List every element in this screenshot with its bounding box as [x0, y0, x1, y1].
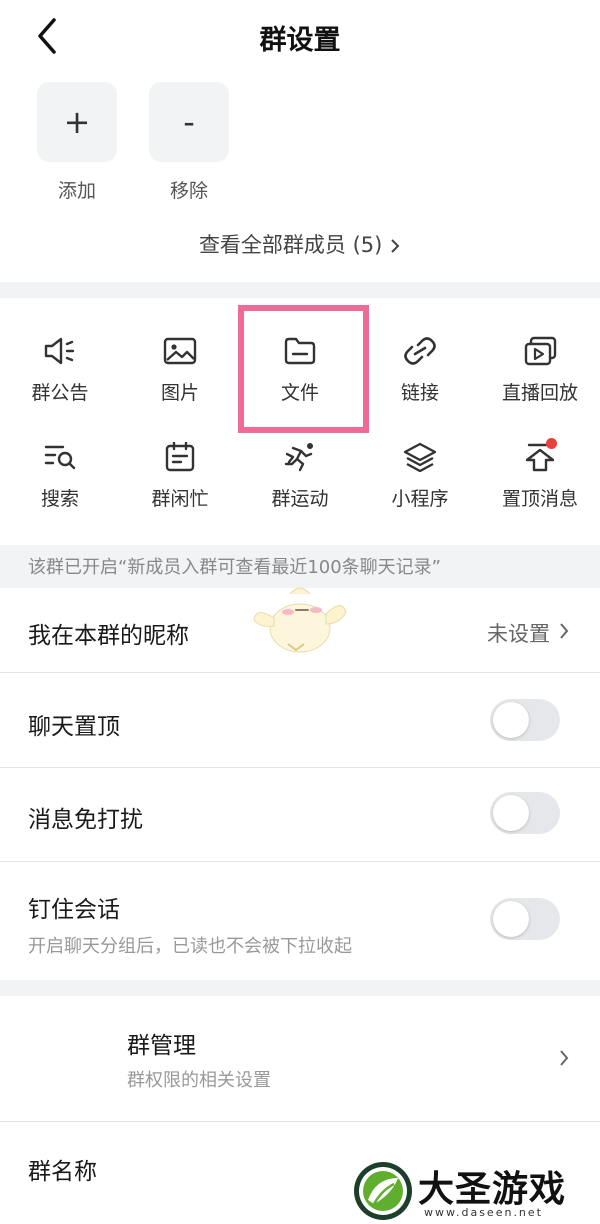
grid-item-announcement[interactable]: 群公告	[0, 336, 120, 405]
section-divider	[0, 980, 600, 996]
toggle-knob	[493, 795, 529, 831]
grid-item-images[interactable]: 图片	[120, 336, 240, 405]
grid-item-label: 群运动	[271, 488, 329, 510]
pin-chat-toggle[interactable]	[490, 699, 560, 741]
grid-item-label: 置顶消息	[501, 488, 578, 510]
grid-item-mini-programs[interactable]: 小程序	[360, 442, 480, 511]
group-management-row[interactable]: 群管理 群权限的相关设置	[0, 996, 600, 1122]
grid-item-label: 链接	[400, 382, 439, 404]
calendar-icon	[165, 442, 195, 472]
link-icon	[404, 337, 436, 365]
grid-item-sports[interactable]: 群运动	[240, 442, 360, 511]
add-member-label: 添加	[57, 180, 96, 202]
group-name-label: 群名称	[28, 1159, 97, 1185]
announcement-icon	[44, 337, 75, 365]
live-replay-icon	[524, 336, 557, 366]
layers-icon	[403, 442, 437, 472]
plus-icon: +	[37, 82, 117, 162]
header: 群设置	[0, 0, 600, 74]
search-list-icon	[44, 445, 76, 470]
toggle-knob	[493, 901, 529, 937]
section-divider	[0, 282, 600, 298]
mute-row: 消息免打扰	[0, 768, 600, 862]
toggle-knob	[493, 702, 529, 738]
pin-chat-label: 聊天置顶	[28, 714, 120, 740]
group-management-description: 群权限的相关设置	[127, 1070, 271, 1091]
pin-session-toggle[interactable]	[490, 898, 560, 940]
chevron-right-icon	[560, 623, 569, 639]
nickname-value: 未设置	[487, 622, 550, 646]
grid-item-search[interactable]: 搜索	[0, 442, 120, 511]
pin-session-label: 钉住会话	[28, 897, 120, 923]
grid-item-pinned-messages[interactable]: 置顶消息	[480, 442, 600, 511]
grid-item-label: 群闲忙	[151, 488, 209, 510]
chevron-right-icon	[391, 239, 400, 253]
grid-item-live-replay[interactable]: 直播回放	[480, 336, 600, 405]
member-actions: + 添加 - 移除	[0, 82, 600, 206]
minus-icon: -	[149, 82, 229, 162]
view-all-members-label: 查看全部群成员 (5)	[198, 233, 383, 257]
grid-item-availability[interactable]: 群闲忙	[120, 442, 240, 511]
remove-member-button[interactable]: - 移除	[149, 82, 229, 203]
mute-toggle[interactable]	[490, 792, 560, 834]
chevron-right-icon	[560, 1050, 569, 1066]
image-icon	[163, 337, 197, 365]
group-management-label: 群管理	[127, 1033, 196, 1059]
highlight-box	[238, 305, 369, 433]
grid-item-label: 搜索	[40, 488, 79, 510]
view-all-members-link[interactable]: 查看全部群成员 (5)	[0, 229, 600, 259]
remove-member-label: 移除	[169, 180, 208, 202]
site-watermark: 大圣游戏网 www.daseen.net	[352, 1158, 600, 1224]
grid-item-label: 小程序	[391, 488, 449, 510]
add-member-button[interactable]: + 添加	[37, 82, 117, 203]
pin-chat-row: 聊天置顶	[0, 673, 600, 768]
page-title: 群设置	[259, 25, 341, 56]
grid-item-label: 图片	[160, 382, 199, 404]
pin-session-row: 钉住会话 开启聊天分组后，已读也不会被下拉收起	[0, 862, 600, 980]
watermark-url: www.daseen.net	[424, 1206, 543, 1219]
mute-label: 消息免打扰	[28, 807, 143, 833]
grid-item-label: 群公告	[31, 382, 89, 404]
notification-badge	[546, 438, 557, 449]
nickname-label: 我在本群的昵称	[28, 623, 189, 649]
pin-session-description: 开启聊天分组后，已读也不会被下拉收起	[28, 936, 352, 957]
running-icon	[284, 443, 313, 472]
watermark-logo-icon	[354, 1162, 412, 1220]
grid-item-links[interactable]: 链接	[360, 336, 480, 405]
mascot-illustration	[253, 587, 347, 653]
grid-item-label: 直播回放	[501, 382, 578, 404]
